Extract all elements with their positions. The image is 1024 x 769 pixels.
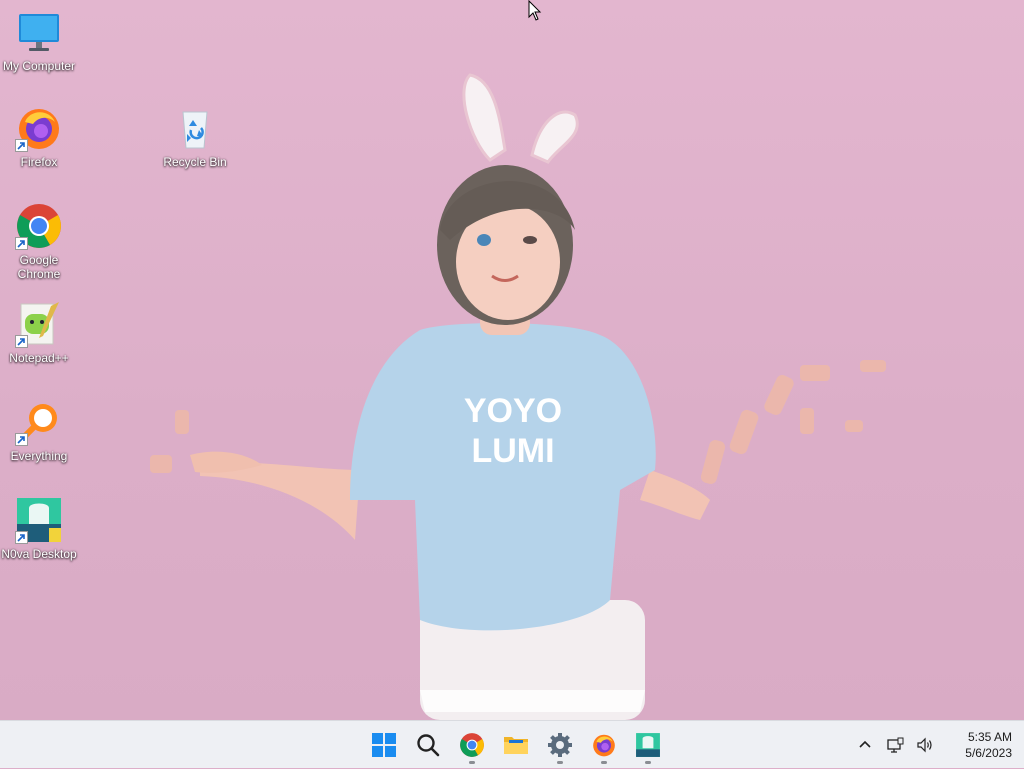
taskbar-settings-button[interactable] (540, 725, 580, 765)
system-tray: 5:35 AM 5/6/2023 (850, 721, 1024, 769)
shortcut-arrow-icon (15, 139, 28, 152)
desktop-icon-google-chrome[interactable]: Google Chrome (0, 202, 78, 281)
show-hidden-icons-button[interactable] (850, 725, 880, 765)
notepadpp-icon (15, 300, 63, 348)
monitor-icon (15, 8, 63, 56)
windows-start-icon (372, 733, 396, 757)
speaker-icon (917, 737, 932, 753)
network-button[interactable] (880, 725, 910, 765)
desktop-icon-label: Firefox (20, 155, 58, 169)
taskbar: 5:35 AM 5/6/2023 (0, 720, 1024, 768)
clock-time: 5:35 AM (967, 730, 1012, 744)
desktop-icon-my-computer[interactable]: My Computer (0, 8, 78, 73)
firefox-icon (15, 104, 63, 152)
desktop-icon-notepadpp[interactable]: Notepad++ (0, 300, 78, 365)
desktop-icon-recycle-bin[interactable]: Recycle Bin (156, 104, 234, 169)
desktop: YOYO LUMI My Computer Firefox Recycle Bi… (0, 0, 1024, 720)
shirt-text-line1: YOYO (464, 392, 562, 430)
taskbar-firefox-button[interactable] (584, 725, 624, 765)
desktop-icon-label: My Computer (2, 59, 76, 73)
running-indicator (645, 761, 651, 764)
shortcut-arrow-icon (15, 335, 28, 348)
search-icon (417, 734, 440, 757)
wallpaper-image: YOYO LUMI (150, 73, 886, 720)
n0va-desktop-icon (636, 733, 660, 757)
clock-date: 5/6/2023 (965, 746, 1012, 760)
start-button[interactable] (364, 725, 404, 765)
clock-button[interactable]: 5:35 AM 5/6/2023 (946, 729, 1012, 761)
running-indicator (469, 761, 475, 764)
running-indicator (557, 761, 563, 764)
shortcut-arrow-icon (15, 433, 28, 446)
desktop-icon-everything[interactable]: Everything (0, 398, 78, 463)
desktop-icon-label: Recycle Bin (163, 155, 227, 169)
shortcut-arrow-icon (15, 531, 28, 544)
taskbar-chrome-button[interactable] (452, 725, 492, 765)
mouse-cursor-icon (528, 0, 542, 21)
desktop-icon-n0va-desktop[interactable]: N0va Desktop (0, 496, 78, 561)
running-indicator (601, 761, 607, 764)
chrome-icon (15, 202, 63, 250)
n0va-desktop-icon (15, 496, 63, 544)
chrome-icon (460, 733, 484, 757)
taskbar-n0va-desktop-button[interactable] (628, 725, 668, 765)
taskbar-pinned-apps (364, 721, 668, 769)
desktop-icon-label: Google Chrome (17, 253, 61, 281)
search-button[interactable] (408, 725, 448, 765)
gear-icon (548, 733, 572, 757)
firefox-icon (593, 734, 615, 757)
desktop-icon-firefox[interactable]: Firefox (0, 104, 78, 169)
folder-icon (504, 737, 528, 754)
shortcut-arrow-icon (15, 237, 28, 250)
desktop-icon-label: Notepad++ (9, 351, 69, 365)
chevron-up-icon (859, 740, 871, 748)
taskbar-file-explorer-button[interactable] (496, 725, 536, 765)
network-icon (887, 737, 904, 753)
volume-button[interactable] (910, 725, 940, 765)
desktop-icon-label: N0va Desktop (1, 547, 77, 561)
everything-search-icon (15, 398, 63, 446)
recycle-bin-icon (171, 104, 219, 152)
desktop-icon-label: Everything (10, 449, 68, 463)
shirt-text-line2: LUMI (471, 432, 554, 470)
